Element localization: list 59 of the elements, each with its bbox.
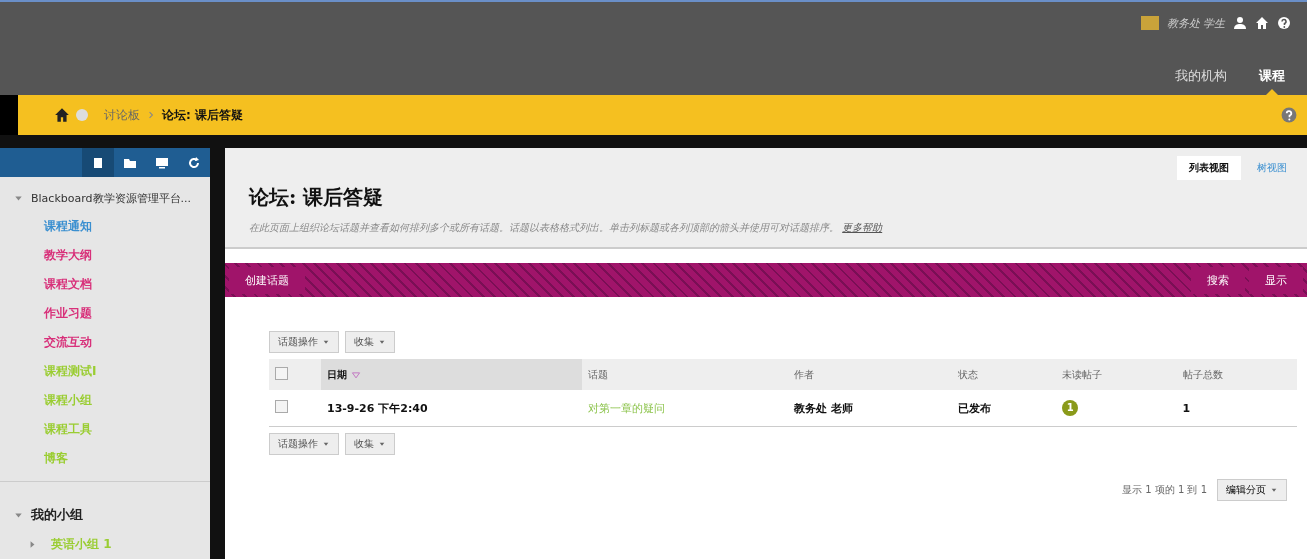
action-button[interactable]: 显示 [1249,266,1303,294]
groups-title: 我的小组 [31,506,83,524]
course-menu-link[interactable]: 交流互动 [44,328,92,357]
course-menu-link[interactable]: 教学大纲 [44,241,92,270]
course-menu-link[interactable]: 课程通知 [44,212,92,241]
dropdown-button[interactable]: 话题操作 [269,331,339,353]
menu-toggle[interactable] [76,109,88,121]
unread-count-badge[interactable]: 1 [1062,400,1079,416]
page-title: 论坛: 课后答疑 [249,184,385,211]
sort-icon [351,369,361,380]
action-button[interactable]: 创建话题 [229,266,305,294]
dropdown-button[interactable]: 收集 [345,331,395,353]
home-icon[interactable] [1255,16,1269,30]
caret-icon [322,440,330,448]
column-header[interactable]: 作者 [787,359,952,390]
avatar-icon[interactable] [1140,16,1159,30]
refresh-icon [187,155,201,170]
caret-icon [378,338,386,346]
collapse-icon[interactable] [14,194,23,203]
dropdown-button[interactable]: 话题操作 [269,433,339,455]
caret-icon [1270,486,1278,494]
column-header[interactable]: 帖子总数 [1176,359,1297,390]
column-header[interactable]: 日期 [321,359,582,390]
home-icon[interactable] [54,107,70,123]
list-icon [91,155,105,170]
view-tab[interactable]: 列表视图 [1177,156,1241,180]
column-header[interactable]: 未读帖子 [1056,359,1177,390]
user-name[interactable]: 教务处 学生 [1166,15,1225,31]
caret-icon [322,338,330,346]
view-tab[interactable]: 树视图 [1245,156,1299,180]
row-checkbox[interactable] [275,400,288,413]
dropdown-button[interactable]: 收集 [345,433,395,455]
chevron-icon [146,110,156,120]
pager-summary: 显示 1 项的 1 到 1 [1122,483,1207,497]
table-cell: 1 [1176,390,1297,427]
breadcrumb-current: 论坛: 课后答疑 [162,106,243,124]
caret-icon [378,440,386,448]
table-cell: 13-9-26 下午2:40 [321,390,582,427]
course-menu-link[interactable]: 课程文档 [44,270,92,299]
course-menu-link[interactable]: 作业习题 [44,299,92,328]
table-cell: 已发布 [951,390,1057,427]
select-all-checkbox[interactable] [275,367,288,380]
edit-paging-button[interactable]: 编辑分页 [1217,479,1287,501]
nav-tab[interactable]: 课程 [1253,63,1291,95]
breadcrumb-link[interactable]: 讨论板 [104,106,140,124]
expand-icon[interactable] [28,540,37,549]
nav-tab[interactable]: 我的机构 [1169,63,1233,95]
monitor-icon [155,155,169,170]
action-button[interactable]: 搜索 [1191,266,1245,294]
course-title[interactable]: Blackboard教学资源管理平台... [31,191,191,206]
person-icon[interactable] [1233,16,1247,30]
help-icon[interactable] [1281,107,1297,123]
help-icon[interactable] [1277,16,1291,30]
sidebar-tool-button[interactable] [82,148,114,177]
column-header[interactable]: 话题 [581,359,788,390]
table-cell: 教务处 老师 [787,390,952,427]
page-description: 在此页面上组织论坛话题并查看如何排列多个或所有话题。话题以表格格式列出。单击列标题或各列顶部的箭头并使用可对话题排序。 更多帮助 [249,221,884,235]
help-link[interactable]: 更多帮助 [842,222,883,233]
column-header[interactable]: 状态 [951,359,1057,390]
